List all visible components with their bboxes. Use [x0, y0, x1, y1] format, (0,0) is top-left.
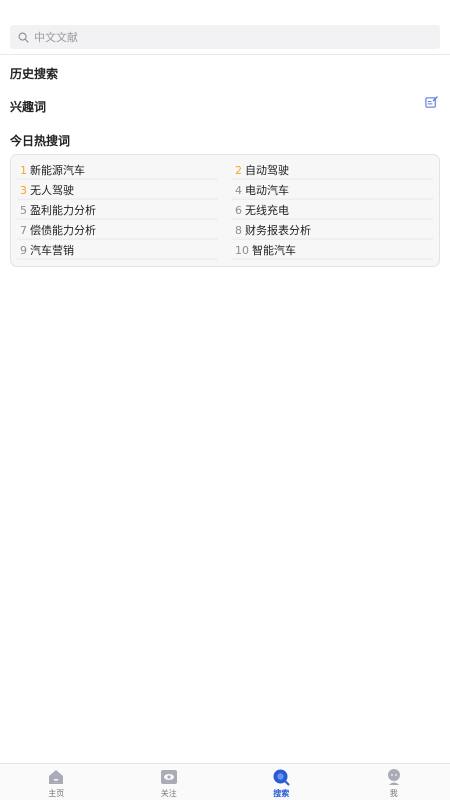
hot-word-item[interactable]: 9 汽车营销	[17, 240, 218, 260]
search-bar[interactable]	[10, 25, 440, 49]
hot-word-rank: 7	[20, 223, 27, 237]
hot-word-item[interactable]: 8 财务报表分析	[232, 220, 433, 240]
home-icon	[49, 770, 64, 784]
hot-word-text: 电动汽车	[245, 184, 289, 197]
hot-word-rank: 3	[20, 183, 27, 197]
hot-word-item[interactable]: 3 无人驾驶	[17, 180, 218, 200]
search-page: 历史搜索 兴趣词 今日热搜词 1 新能源汽车 2 自动驾驶 3 无人驾驶 4 电…	[0, 0, 450, 800]
hot-word-text: 财务报表分析	[245, 224, 311, 237]
history-search-title: 历史搜索	[10, 67, 59, 81]
hot-word-text: 盈利能力分析	[30, 204, 96, 217]
search-header	[0, 0, 450, 55]
hot-word-item[interactable]: 6 无线充电	[232, 200, 433, 220]
tab-label: 主页	[48, 789, 65, 798]
hot-word-text: 新能源汽车	[30, 164, 85, 177]
tab-profile[interactable]: 我	[338, 764, 450, 800]
hot-word-rank: 8	[235, 223, 242, 237]
interest-words-title: 兴趣词	[10, 100, 47, 114]
hot-word-text: 智能汽车	[252, 244, 296, 257]
edit-icon[interactable]	[425, 96, 438, 109]
hot-word-text: 偿债能力分析	[30, 224, 96, 237]
search-tab-icon	[273, 769, 290, 786]
profile-icon	[387, 769, 400, 785]
hot-word-rank: 6	[235, 203, 242, 217]
tab-label: 我	[389, 789, 398, 798]
tab-follow[interactable]: 关注	[113, 764, 226, 800]
search-input[interactable]	[34, 30, 414, 44]
hot-today-title: 今日热搜词	[10, 134, 71, 148]
hot-word-item[interactable]: 1 新能源汽车	[17, 160, 218, 180]
hot-word-item[interactable]: 2 自动驾驶	[232, 160, 433, 180]
hot-words-grid: 1 新能源汽车 2 自动驾驶 3 无人驾驶 4 电动汽车 5 盈利能力分析 6 …	[17, 160, 433, 260]
hot-words-card: 1 新能源汽车 2 自动驾驶 3 无人驾驶 4 电动汽车 5 盈利能力分析 6 …	[10, 154, 440, 267]
hot-word-rank: 9	[20, 243, 27, 257]
hot-word-text: 无线充电	[245, 204, 289, 217]
hot-word-rank: 2	[235, 163, 242, 177]
tab-home[interactable]: 主页	[0, 764, 113, 800]
tab-label: 搜索	[273, 789, 290, 798]
hot-word-text: 自动驾驶	[245, 164, 289, 177]
search-icon	[18, 32, 29, 43]
hot-word-rank: 4	[235, 183, 242, 197]
tab-search[interactable]: 搜索	[225, 764, 338, 800]
hot-word-rank: 5	[20, 203, 27, 217]
hot-word-text: 无人驾驶	[30, 184, 74, 197]
bottom-tab-bar: 主页 关注 搜索 我	[0, 763, 450, 800]
hot-word-item[interactable]: 7 偿债能力分析	[17, 220, 218, 240]
hot-word-item[interactable]: 10 智能汽车	[232, 240, 433, 260]
hot-word-item[interactable]: 5 盈利能力分析	[17, 200, 218, 220]
hot-word-rank: 10	[235, 243, 249, 257]
hot-word-item[interactable]: 4 电动汽车	[232, 180, 433, 200]
hot-word-rank: 1	[20, 163, 27, 177]
hot-word-text: 汽车营销	[30, 244, 74, 257]
tab-label: 关注	[160, 789, 177, 798]
follow-eye-icon	[160, 770, 177, 784]
